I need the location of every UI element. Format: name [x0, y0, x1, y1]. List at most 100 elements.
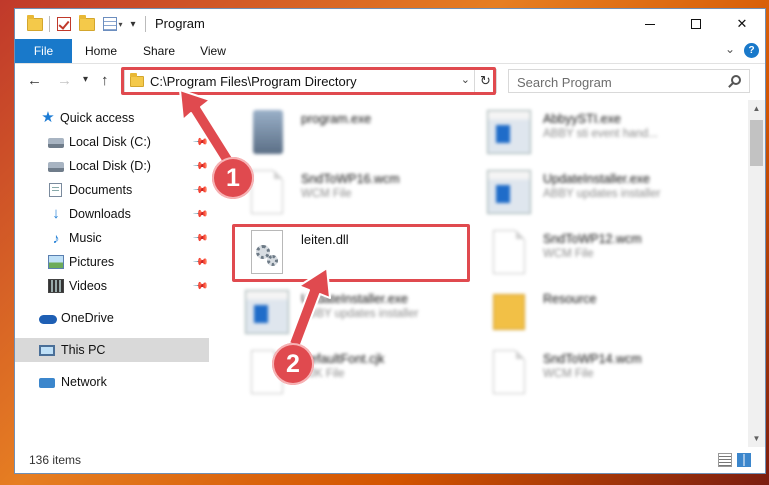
- file-name: program.exe: [301, 112, 372, 126]
- computer-icon: [39, 344, 55, 356]
- separator: [47, 15, 51, 33]
- properties-check-icon[interactable]: [55, 15, 73, 33]
- step-1-badge: 1: [212, 157, 254, 199]
- app-icon: [487, 110, 531, 154]
- sidebar-item-this-pc[interactable]: This PC: [15, 338, 209, 362]
- sidebar-item-label: Documents: [69, 183, 133, 197]
- search-box[interactable]: Search Program: [508, 69, 750, 93]
- pin-icon: 📌: [191, 133, 209, 151]
- folder-icon: [493, 294, 525, 330]
- file-item[interactable]: Resource: [487, 286, 727, 346]
- sidebar-item-local-disk-d[interactable]: Local Disk (D:) 📌: [15, 154, 209, 178]
- pin-icon: 📌: [191, 157, 209, 175]
- title-bar: ▾ ▾ Program ✕: [15, 9, 765, 39]
- search-input[interactable]: Search Program: [517, 75, 612, 90]
- help-icon[interactable]: ?: [744, 43, 759, 58]
- sidebar-item-label: Local Disk (C:): [69, 135, 151, 149]
- file-name: UpdateInstaller.exe: [543, 172, 651, 186]
- sidebar-item-label: Network: [61, 375, 107, 389]
- sidebar-item-label: This PC: [61, 343, 106, 357]
- window-title: Program: [155, 16, 205, 31]
- file-name: SndToWP12.wcm: [543, 232, 642, 246]
- sidebar-item-documents[interactable]: Documents 📌: [15, 178, 209, 202]
- file-item[interactable]: SndToWP14.wcm WCM File: [487, 346, 727, 406]
- sidebar-item-label: Videos: [69, 279, 107, 293]
- vertical-scrollbar[interactable]: ▲ ▼: [748, 100, 765, 447]
- maximize-button[interactable]: [673, 9, 719, 39]
- details-view-icon[interactable]: [718, 453, 732, 467]
- large-icons-view-icon[interactable]: [737, 453, 751, 467]
- file-description: ABBY updates installer: [543, 188, 661, 200]
- tab-view[interactable]: View: [189, 39, 237, 63]
- recent-locations-button[interactable]: ▾: [83, 74, 88, 85]
- separator: [143, 15, 147, 33]
- sidebar-item-videos[interactable]: Videos 📌: [15, 274, 209, 298]
- page-icon: [251, 170, 283, 214]
- ribbon: File Home Share View ⌄ ?: [15, 39, 765, 64]
- exe-icon: [253, 110, 283, 154]
- minimize-icon: [645, 23, 655, 25]
- app-icon: [245, 290, 289, 334]
- quick-access-dropdown-icon[interactable]: ▾: [127, 15, 139, 33]
- page-icon: [493, 350, 525, 394]
- music-icon: ♪: [52, 230, 60, 246]
- navigation-pane: ★ Quick access Local Disk (C:) 📌 Local D…: [15, 100, 211, 447]
- videos-icon: [48, 279, 64, 293]
- disk-icon: [48, 138, 64, 148]
- file-item[interactable]: UpdateInstaller.exe ABBY updates install…: [487, 166, 727, 226]
- search-icon: [731, 75, 741, 85]
- scroll-down-icon[interactable]: ▼: [748, 430, 765, 447]
- file-item[interactable]: SndToWP12.wcm WCM File: [487, 226, 727, 286]
- item-count: 136 items: [29, 453, 82, 467]
- sidebar-item-local-disk-c[interactable]: Local Disk (C:) 📌: [15, 130, 209, 154]
- page-icon: [493, 230, 525, 274]
- pin-icon: 📌: [191, 181, 209, 199]
- back-button[interactable]: ←: [27, 72, 42, 89]
- pin-icon: 📌: [191, 277, 209, 295]
- sidebar-item-label: Quick access: [60, 111, 135, 125]
- tab-share[interactable]: Share: [133, 39, 185, 63]
- customize-toolbar-icon[interactable]: ▾: [101, 15, 125, 33]
- tab-file[interactable]: File: [15, 39, 72, 63]
- new-folder-icon[interactable]: [77, 14, 97, 33]
- folder-icon: [25, 14, 45, 33]
- sidebar-item-pictures[interactable]: Pictures 📌: [15, 250, 209, 274]
- file-name: Resource: [543, 292, 597, 306]
- pin-icon: 📌: [191, 205, 209, 223]
- address-bar-highlight: [121, 67, 496, 95]
- file-description: ABBY updates installer: [301, 308, 419, 320]
- star-icon: ★: [41, 109, 55, 126]
- status-bar: 136 items: [15, 449, 765, 473]
- scroll-up-icon[interactable]: ▲: [748, 100, 765, 117]
- file-item[interactable]: UpdateInstaller.exe ABBY updates install…: [245, 286, 485, 346]
- documents-icon: [49, 183, 62, 197]
- maximize-icon: [691, 19, 701, 29]
- onedrive-icon: [39, 315, 57, 324]
- pictures-icon: [48, 255, 64, 269]
- sidebar-item-music[interactable]: ♪ Music 📌: [15, 226, 209, 250]
- file-item[interactable]: AbbyySTI.exe ABBY sti event hand...: [487, 106, 727, 166]
- download-icon: ↓: [52, 205, 60, 222]
- up-button[interactable]: ↑: [101, 72, 109, 89]
- file-name: SndToWP14.wcm: [543, 352, 642, 366]
- expand-ribbon-icon[interactable]: ⌄: [725, 42, 735, 56]
- file-name: UpdateInstaller.exe: [301, 292, 409, 306]
- sidebar-item-label: OneDrive: [61, 311, 114, 325]
- file-description: WCM File: [543, 368, 594, 380]
- file-item[interactable]: SndToWP16.wcm WCM File: [245, 166, 485, 226]
- sidebar-item-downloads[interactable]: ↓ Downloads 📌: [15, 202, 209, 226]
- file-name: AbbyySTI.exe: [543, 112, 621, 126]
- scroll-thumb[interactable]: [750, 120, 763, 166]
- close-button[interactable]: ✕: [719, 9, 765, 39]
- sidebar-item-network[interactable]: Network: [15, 370, 209, 394]
- tab-home[interactable]: Home: [75, 39, 127, 63]
- file-highlight: [232, 224, 470, 282]
- sidebar-item-label: Local Disk (D:): [69, 159, 151, 173]
- sidebar-item-quick-access[interactable]: ★ Quick access: [15, 106, 209, 130]
- sidebar-item-onedrive[interactable]: OneDrive: [15, 306, 209, 330]
- minimize-button[interactable]: [627, 9, 673, 39]
- disk-icon: [48, 162, 64, 172]
- forward-button[interactable]: →: [57, 72, 72, 89]
- file-item[interactable]: program.exe: [245, 106, 485, 166]
- app-icon: [487, 170, 531, 214]
